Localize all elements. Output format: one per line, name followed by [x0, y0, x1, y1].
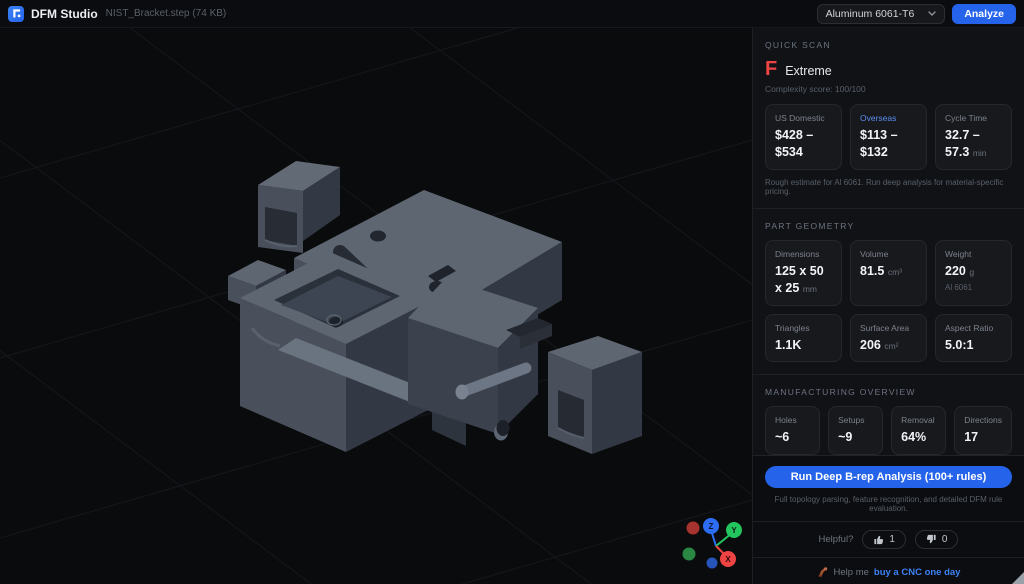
loaded-file-name: NIST_Bracket.step (74 KB) [106, 8, 227, 19]
manufacturing-overview-title: MANUFACTURING OVERVIEW [765, 387, 1012, 397]
mfg-card-holes: Holes ~6 [765, 406, 820, 455]
resize-grip[interactable] [1012, 572, 1024, 584]
helpful-label: Helpful? [819, 534, 854, 545]
analyze-button[interactable]: Analyze [952, 4, 1016, 24]
mfg-card-removal: Removal 64% [891, 406, 946, 455]
part-model-canvas: Z Y X [0, 28, 752, 584]
run-deep-analysis-subtext: Full topology parsing, feature recogniti… [765, 495, 1012, 513]
divider [753, 521, 1024, 522]
cost-card-us-domestic: US Domestic $428 – $534 [765, 104, 842, 170]
axis-neg-y-icon [683, 548, 696, 561]
geometry-card-triangles: Triangles 1.1K [765, 314, 842, 363]
geometry-card-volume: Volume 81.5 cm³ [850, 240, 927, 306]
actions-panel: Run Deep B-rep Analysis (100+ rules) Ful… [753, 455, 1024, 584]
part-geometry-title: PART GEOMETRY [765, 221, 1012, 231]
material-dropdown-value: Aluminum 6061-T6 [826, 8, 915, 20]
quick-scan-title: QUICK SCAN [765, 40, 1012, 50]
geometry-card-surface-area: Surface Area 206 cm² [850, 314, 927, 363]
cost-estimate-note: Rough estimate for Al 6061. Run deep ana… [765, 178, 1012, 196]
geometry-card-aspect-ratio: Aspect Ratio 5.0:1 [935, 314, 1012, 363]
geometry-card-weight: Weight 220 g Al 6061 [935, 240, 1012, 306]
thumbs-up-icon [873, 534, 884, 545]
mfg-card-directions: Directions 17 [954, 406, 1012, 455]
axis-neg-z-icon [707, 558, 718, 569]
complexity-grade: F [765, 59, 777, 79]
footer-help-text: Help me [834, 567, 869, 578]
geometry-card-dimensions: Dimensions 125 x 50 x 25 mm [765, 240, 842, 306]
cost-card-cycle-time: Cycle Time 32.7 – 57.3 min [935, 104, 1012, 170]
material-dropdown[interactable]: Aluminum 6061-T6 [817, 4, 946, 24]
top-bar: DFM Studio NIST_Bracket.step (74 KB) Alu… [0, 0, 1024, 28]
thumbs-up-button[interactable]: 1 [862, 530, 906, 549]
app-logo-icon [8, 6, 24, 22]
axis-neg-x-icon [687, 522, 700, 535]
svg-text:Y: Y [731, 526, 737, 535]
mechanical-arm-icon [817, 566, 829, 578]
analysis-scroll-area[interactable]: QUICK SCAN F Extreme Complexity score: 1… [753, 28, 1024, 455]
axis-gizmo[interactable]: Z Y X [683, 518, 743, 569]
chevron-down-icon [928, 11, 936, 16]
mfg-card-setups: Setups ~9 [828, 406, 883, 455]
divider [753, 374, 1024, 375]
svg-text:X: X [725, 555, 731, 564]
complexity-score: Complexity score: 100/100 [765, 84, 1012, 94]
thumbs-down-icon [926, 534, 937, 545]
divider [753, 557, 1024, 558]
divider [753, 208, 1024, 209]
complexity-grade-label: Extreme [785, 64, 832, 78]
analysis-panel: QUICK SCAN F Extreme Complexity score: 1… [752, 28, 1024, 584]
run-deep-analysis-button[interactable]: Run Deep B-rep Analysis (100+ rules) [765, 466, 1012, 488]
thumbs-down-button[interactable]: 0 [915, 530, 959, 549]
cost-card-overseas: Overseas $113 – $132 [850, 104, 927, 170]
svg-text:Z: Z [709, 522, 714, 531]
buy-cnc-link[interactable]: buy a CNC one day [874, 567, 961, 578]
app-title: DFM Studio [31, 7, 98, 21]
viewport-3d[interactable]: Z Y X [0, 28, 752, 584]
part-model [228, 161, 642, 454]
